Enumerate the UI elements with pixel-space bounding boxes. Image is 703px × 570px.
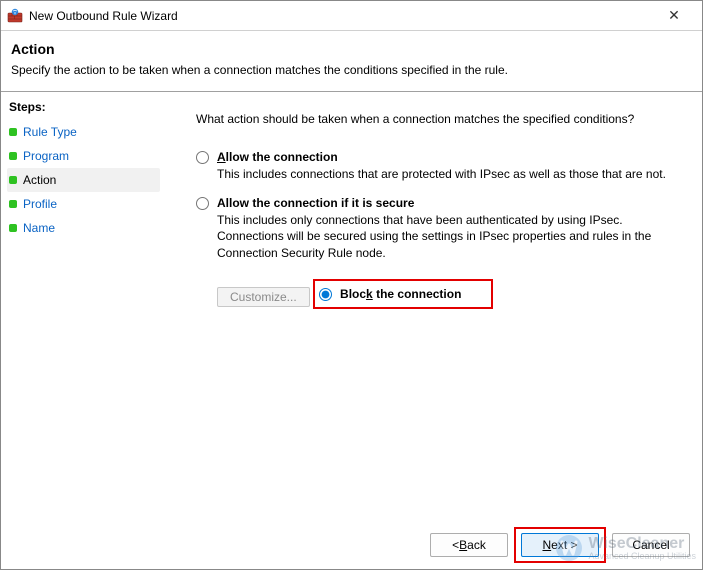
wizard-body: Steps: Rule Type Program Action Profile … xyxy=(1,91,702,521)
option-body: Block the connection xyxy=(340,287,461,301)
page-title: Action xyxy=(11,41,692,57)
footer: < Back Next > Cancel xyxy=(1,521,702,569)
back-button[interactable]: < Back xyxy=(430,533,508,557)
radio-allow-secure[interactable] xyxy=(196,197,209,210)
step-label: Name xyxy=(23,221,55,235)
steps-panel: Steps: Rule Type Program Action Profile … xyxy=(1,92,166,521)
option-body: Allow the connection if it is secure Thi… xyxy=(217,196,682,261)
steps-title: Steps: xyxy=(7,98,160,116)
option-desc: This includes connections that are prote… xyxy=(217,166,682,182)
step-bullet-icon xyxy=(9,224,17,232)
option-desc: This includes only connections that have… xyxy=(217,212,682,261)
option-allow[interactable]: Allow the connection This includes conne… xyxy=(196,150,682,182)
close-button[interactable]: ✕ xyxy=(654,2,694,30)
steps-list: Rule Type Program Action Profile Name xyxy=(7,120,160,240)
highlight-box-next: Next > xyxy=(514,527,606,563)
step-profile[interactable]: Profile xyxy=(7,192,160,216)
step-name[interactable]: Name xyxy=(7,216,160,240)
step-label: Profile xyxy=(23,197,57,211)
step-bullet-icon xyxy=(9,200,17,208)
option-allow-secure[interactable]: Allow the connection if it is secure Thi… xyxy=(196,196,682,261)
option-title: Block the connection xyxy=(340,287,461,301)
step-bullet-icon xyxy=(9,128,17,136)
step-label: Rule Type xyxy=(23,125,77,139)
radio-allow[interactable] xyxy=(196,151,209,164)
step-bullet-icon xyxy=(9,176,17,184)
step-label: Program xyxy=(23,149,69,163)
cancel-button[interactable]: Cancel xyxy=(612,533,690,557)
option-block[interactable]: Block the connection xyxy=(315,287,461,301)
option-body: Allow the connection This includes conne… xyxy=(217,150,682,182)
radio-block[interactable] xyxy=(319,288,332,301)
content-panel: What action should be taken when a conne… xyxy=(166,92,702,521)
wizard-header: Action Specify the action to be taken wh… xyxy=(1,31,702,81)
customize-button: Customize... xyxy=(217,287,310,307)
firewall-icon xyxy=(7,8,23,24)
next-button[interactable]: Next > xyxy=(521,533,599,557)
page-subtitle: Specify the action to be taken when a co… xyxy=(11,63,692,77)
titlebar: New Outbound Rule Wizard ✕ xyxy=(1,1,702,31)
step-bullet-icon xyxy=(9,152,17,160)
step-action[interactable]: Action xyxy=(7,168,160,192)
close-icon: ✕ xyxy=(668,7,680,24)
step-program[interactable]: Program xyxy=(7,144,160,168)
step-rule-type[interactable]: Rule Type xyxy=(7,120,160,144)
question-text: What action should be taken when a conne… xyxy=(196,112,682,126)
window-title: New Outbound Rule Wizard xyxy=(29,9,654,23)
step-label: Action xyxy=(23,173,56,187)
option-title: Allow the connection if it is secure xyxy=(217,196,682,210)
option-title: Allow the connection xyxy=(217,150,682,164)
highlight-box-block: Block the connection xyxy=(313,279,493,309)
